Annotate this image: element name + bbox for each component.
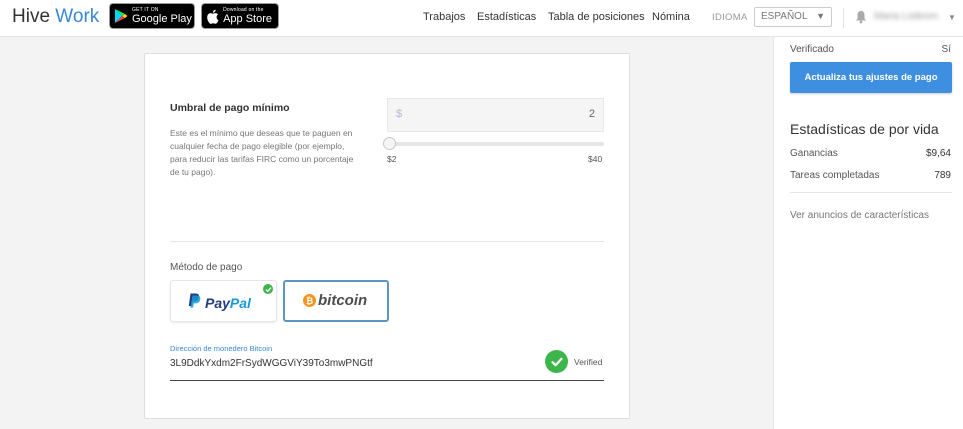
- lifetime-stats-title: Estadísticas de por vida: [790, 121, 939, 137]
- threshold-slider-handle[interactable]: [383, 137, 396, 150]
- currency-symbol: $: [396, 108, 403, 120]
- main-area: Umbral de pago mínimo Este es el mínimo …: [0, 37, 773, 429]
- verified-value: Sí: [941, 44, 951, 55]
- nav-trabajos[interactable]: Trabajos: [423, 11, 465, 23]
- feature-announcements-link[interactable]: Ver anuncios de características: [790, 210, 929, 221]
- earnings-label: Ganancias: [790, 148, 838, 159]
- bitcoin-option[interactable]: ₿ bitcoin: [283, 280, 389, 322]
- threshold-amount-input[interactable]: $ 2: [387, 98, 604, 132]
- verified-check-icon: [545, 350, 568, 373]
- nav-estadisticas[interactable]: Estadísticas: [477, 11, 536, 23]
- threshold-title: Umbral de pago mínimo: [170, 102, 290, 114]
- header-divider: [843, 8, 844, 28]
- verified-status: Verified: [574, 357, 603, 367]
- payment-method-label: Método de pago: [170, 262, 243, 273]
- paypal-option[interactable]: PayPal: [170, 280, 277, 322]
- google-play-icon: [114, 7, 128, 25]
- sidebar-divider: [790, 192, 952, 193]
- threshold-description: Este es el mínimo que deseas que te pagu…: [170, 128, 354, 177]
- wallet-address-input[interactable]: 3L9DdkYxdm2FrSydWGGViY39To3mwPNGtf: [170, 358, 373, 369]
- wallet-input-underline: [170, 380, 604, 381]
- language-label: IDIOMA: [712, 12, 748, 23]
- update-payment-settings-button[interactable]: Actualiza tus ajustes de pago: [790, 62, 952, 93]
- nav-tabla-de-posiciones[interactable]: Tabla de posiciones: [548, 11, 645, 23]
- app-store-badge[interactable]: Download on the App Store: [201, 3, 279, 29]
- right-sidebar: Verificado Sí Actualiza tus ajustes de p…: [773, 37, 963, 429]
- chevron-down-icon: ▼: [816, 11, 825, 21]
- threshold-amount-value: 2: [588, 108, 595, 120]
- hive-work-logo[interactable]: Hive Work: [12, 6, 99, 28]
- wallet-address-label: Dirección de monedero Bitcoin: [170, 344, 273, 353]
- top-bar: Hive Work GET IT ON Google Play Download…: [0, 0, 963, 37]
- user-name[interactable]: Maria Lodeom: [874, 11, 938, 22]
- verified-label: Verificado: [790, 44, 834, 55]
- paypal-check-icon: [263, 284, 273, 294]
- section-divider: [170, 241, 604, 242]
- threshold-slider-track[interactable]: [387, 142, 604, 146]
- bitcoin-coin-icon: ₿: [303, 294, 316, 307]
- tasks-completed-value: 789: [934, 170, 951, 181]
- bitcoin-logo: ₿ bitcoin: [303, 292, 367, 309]
- paypal-logo: PayPal: [188, 293, 251, 313]
- earnings-value: $9,64: [925, 148, 951, 159]
- nav-nomina[interactable]: Nómina: [652, 11, 690, 23]
- tasks-completed-label: Tareas completadas: [790, 170, 880, 181]
- google-play-badge[interactable]: GET IT ON Google Play: [109, 3, 195, 29]
- paypal-icon: [188, 293, 201, 313]
- apple-icon: [206, 7, 219, 25]
- user-menu-chevron-icon[interactable]: ▼: [948, 13, 956, 22]
- payment-settings-card: Umbral de pago mínimo Este es el mínimo …: [144, 53, 630, 419]
- bell-icon[interactable]: [855, 10, 867, 24]
- slider-max-label: $40: [588, 154, 603, 164]
- slider-min-label: $2: [387, 154, 397, 164]
- language-select[interactable]: ESPAÑOL ▼: [754, 7, 832, 27]
